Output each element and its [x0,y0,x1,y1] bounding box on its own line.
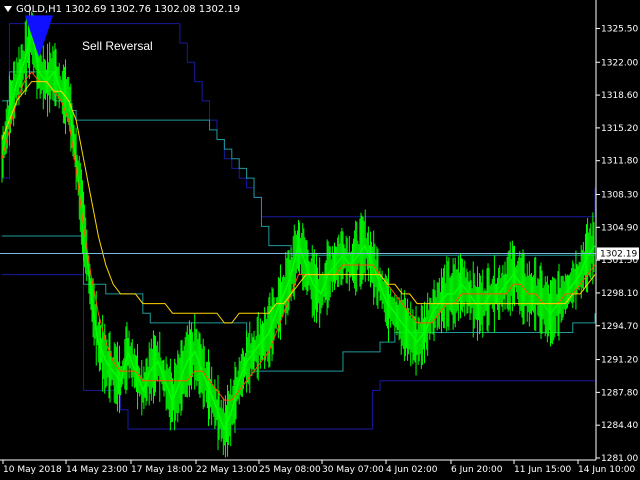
y-tick-label: 1325.50 [601,24,638,34]
y-tick-label: 1322.00 [601,58,638,68]
x-tick-label: 17 May 18:00 [131,465,193,475]
symbol-name: GOLD,H1 [16,4,62,15]
y-tick-label: 1318.60 [601,91,638,101]
price-chart[interactable]: 1325.50 1322.00 1318.60 1315.20 1311.80 1308.… [0,0,640,480]
y-tick-label: 1291.20 [601,356,638,366]
y-tick-label: 1284.40 [601,421,638,431]
x-tick-label: 4 Jun 02:00 [386,465,438,475]
sell-reversal-label: Sell Reversal [82,39,153,53]
high-price: 1302.76 [109,4,152,15]
x-tick-label: 14 May 23:00 [66,465,128,475]
x-tick-label: 14 Jun 10:00 [578,465,635,475]
x-tick-label: 30 May 07:00 [322,465,384,475]
open-price: 1302.69 [65,4,107,15]
y-tick-label: 1294.70 [601,322,638,332]
y-tick-label: 1298.10 [601,289,638,299]
y-tick-label: 1308.30 [601,190,638,200]
x-tick-label: 22 May 13:00 [196,465,258,475]
low-price: 1302.08 [154,4,196,15]
x-tick-label: 10 May 2018 [3,465,62,475]
plot-background [0,0,640,480]
x-tick-label: 6 Jun 20:00 [451,465,503,475]
y-tick-label: 1281.00 [601,454,638,464]
close-price: 1302.19 [198,4,241,15]
y-tick-label: 1315.20 [601,124,638,134]
y-tick-label: 1287.80 [601,388,638,398]
symbol-header: GOLD,H1 1302.69 1302.76 1302.08 1302.19 [4,4,240,15]
y-tick-label: 1304.90 [601,223,638,233]
current-price-label: 1302.19 [600,249,637,259]
y-tick-label: 1311.80 [601,157,638,167]
x-tick-label: 11 Jun 15:00 [514,465,571,475]
x-tick-label: 25 May 08:00 [259,465,321,475]
dropdown-triangle-icon[interactable] [4,6,12,12]
